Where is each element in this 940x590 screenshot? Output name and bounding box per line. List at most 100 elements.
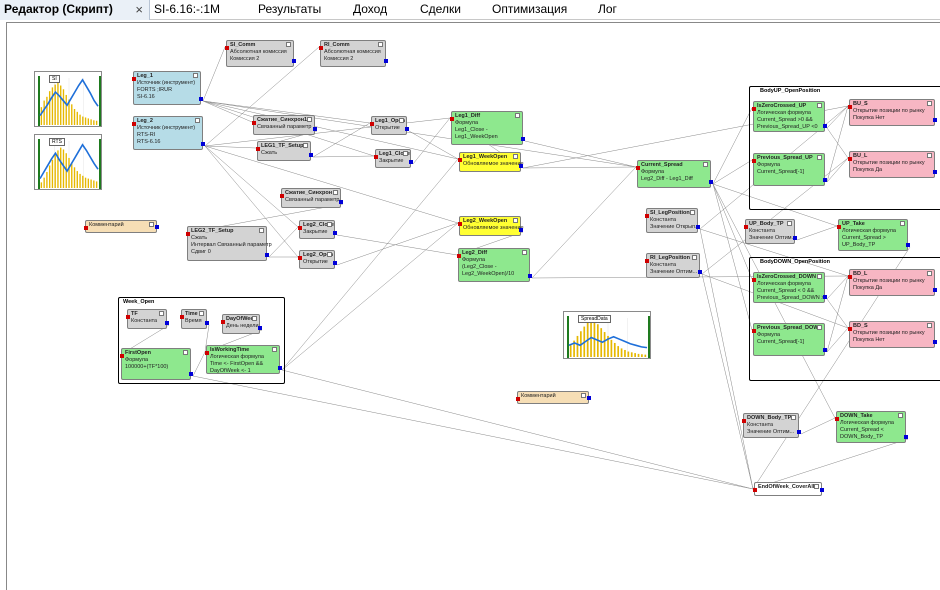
node-bd-l[interactable]: BD_L Открытие позиции по рынку Покупка Да bbox=[848, 269, 937, 296]
diagram-canvas[interactable]: Week_Open BodyUP_OpenPosition BodyDOWN_O… bbox=[6, 22, 940, 590]
collapse-icon[interactable] bbox=[252, 316, 257, 321]
input-pin[interactable] bbox=[180, 315, 184, 319]
node-iszerocrossed-down[interactable]: IsZeroCrossed_DOWN Логическая формула Curr… bbox=[752, 272, 827, 303]
close-icon[interactable]: × bbox=[135, 0, 143, 19]
node-ri-legposition[interactable]: RI_LegPosition Константа Значение Оптим... bbox=[645, 253, 702, 278]
chart-rts[interactable]: RTS bbox=[34, 134, 102, 190]
collapse-icon[interactable] bbox=[927, 323, 932, 328]
node-firstopen[interactable]: FirstOpen Формула 100000+(TF*100) bbox=[120, 348, 193, 380]
output-pin[interactable] bbox=[823, 178, 827, 182]
input-pin[interactable] bbox=[280, 194, 284, 198]
input-pin[interactable] bbox=[225, 46, 229, 50]
collapse-icon[interactable] bbox=[272, 347, 277, 352]
output-pin[interactable] bbox=[823, 295, 827, 299]
node-down-take[interactable]: DOWN_Take Логическая формула Current_Sprea… bbox=[835, 411, 908, 443]
output-pin[interactable] bbox=[165, 321, 169, 325]
output-pin[interactable] bbox=[265, 253, 269, 257]
collapse-icon[interactable] bbox=[900, 221, 905, 226]
output-pin[interactable] bbox=[519, 228, 523, 232]
tab-optimization[interactable]: Оптимизация bbox=[492, 0, 567, 20]
input-pin[interactable] bbox=[84, 226, 88, 230]
input-pin[interactable] bbox=[205, 351, 209, 355]
collapse-icon[interactable] bbox=[692, 255, 697, 260]
collapse-icon[interactable] bbox=[898, 413, 903, 418]
node-bu-s[interactable]: BU_S Открытие позиции по рынку Покупка Нет bbox=[848, 99, 937, 126]
node-leg1-weekopen[interactable]: Leg1_WeekOpen Обновляемое значение bbox=[458, 152, 524, 172]
node-compress-sync2[interactable]: Сжатие_Синхрон Связанный параметр bbox=[280, 188, 343, 208]
node-leg1-tf-setup[interactable]: LEG1_TF_Setup Сжать bbox=[256, 141, 313, 161]
input-pin[interactable] bbox=[126, 315, 130, 319]
node-up-take[interactable]: UP_Take Логическая формула Current_Spread … bbox=[837, 219, 910, 251]
collapse-icon[interactable] bbox=[927, 271, 932, 276]
collapse-icon[interactable] bbox=[378, 42, 383, 47]
output-pin[interactable] bbox=[797, 430, 801, 434]
tab-results[interactable]: Результаты bbox=[258, 0, 321, 20]
output-pin[interactable] bbox=[205, 321, 209, 325]
output-pin[interactable] bbox=[333, 231, 337, 235]
node-previous-spread-up[interactable]: Previous_Spread_UP Формула Current_Spread[… bbox=[752, 153, 827, 186]
collapse-icon[interactable] bbox=[286, 42, 291, 47]
input-pin[interactable] bbox=[752, 107, 756, 111]
node-leg1-diff[interactable]: Leg1_Diff Формула Leg1_Close - Leg1_WeekOpe… bbox=[450, 111, 525, 145]
input-pin[interactable] bbox=[132, 122, 136, 126]
tab-trades[interactable]: Сделки bbox=[420, 0, 461, 20]
collapse-icon[interactable] bbox=[703, 162, 708, 167]
collapse-icon[interactable] bbox=[183, 350, 188, 355]
collapse-icon[interactable] bbox=[791, 415, 796, 420]
output-pin[interactable] bbox=[933, 118, 937, 122]
node-dayofweek[interactable]: DayOfWeek День недели bbox=[221, 314, 262, 334]
input-pin[interactable] bbox=[256, 147, 260, 151]
collapse-icon[interactable] bbox=[690, 210, 695, 215]
collapse-icon[interactable] bbox=[522, 250, 527, 255]
output-pin[interactable] bbox=[339, 200, 343, 204]
input-pin[interactable] bbox=[186, 232, 190, 236]
node-current-spread[interactable]: Current_Spread Формула Leg2_Diff - Leg1_Di… bbox=[636, 160, 713, 188]
input-pin[interactable] bbox=[645, 259, 649, 263]
output-pin[interactable] bbox=[906, 243, 910, 247]
collapse-icon[interactable] bbox=[513, 218, 518, 223]
output-pin[interactable] bbox=[820, 488, 824, 492]
output-pin[interactable] bbox=[793, 236, 797, 240]
node-leg1-open[interactable]: Leg1_Open Открытие bbox=[370, 116, 409, 135]
output-pin[interactable] bbox=[278, 366, 282, 370]
collapse-icon[interactable] bbox=[327, 252, 332, 257]
collapse-icon[interactable] bbox=[193, 73, 198, 78]
output-pin[interactable] bbox=[258, 326, 262, 330]
node-iszerocrossed-up[interactable]: IsZeroCrossed_UP Логическая формула Curren… bbox=[752, 101, 827, 132]
collapse-icon[interactable] bbox=[927, 153, 932, 158]
node-leg2[interactable]: Leg_2 Источник (инструмент) RTS-RI RTS-6.16 bbox=[132, 116, 205, 150]
tab-editor[interactable]: Редактор (Скрипт) × bbox=[0, 0, 150, 20]
tab-instrument[interactable]: SI-6.16:-:1M bbox=[154, 0, 220, 20]
output-pin[interactable] bbox=[698, 270, 702, 274]
node-leg2-diff[interactable]: Leg2_Diff Формула (Leg2_Close - Leg2_WeekOp… bbox=[457, 248, 532, 282]
input-pin[interactable] bbox=[848, 157, 852, 161]
node-isworkingtime[interactable]: IsWorkingTime Логическая формула Time <- F… bbox=[205, 345, 282, 374]
output-pin[interactable] bbox=[823, 348, 827, 352]
input-pin[interactable] bbox=[744, 225, 748, 229]
node-comment1[interactable]: Комментарий bbox=[84, 220, 159, 233]
output-pin[interactable] bbox=[933, 288, 937, 292]
input-pin[interactable] bbox=[752, 278, 756, 282]
collapse-icon[interactable] bbox=[581, 393, 586, 398]
node-previous-spread-down[interactable]: Previous_Spread_DOWN Формула Current_Sprea… bbox=[752, 323, 827, 356]
tab-income[interactable]: Доход bbox=[353, 0, 387, 20]
collapse-icon[interactable] bbox=[927, 101, 932, 106]
collapse-icon[interactable] bbox=[817, 325, 822, 330]
collapse-icon[interactable] bbox=[817, 155, 822, 160]
output-pin[interactable] bbox=[696, 225, 700, 229]
collapse-icon[interactable] bbox=[814, 484, 819, 489]
output-pin[interactable] bbox=[709, 180, 713, 184]
collapse-icon[interactable] bbox=[199, 311, 204, 316]
output-pin[interactable] bbox=[409, 160, 413, 164]
node-leg1-close[interactable]: Leg1_Close Закрытие bbox=[374, 149, 413, 168]
input-pin[interactable] bbox=[374, 155, 378, 159]
output-pin[interactable] bbox=[521, 137, 525, 141]
node-leg1[interactable]: Leg_1 Источник (инструмент) FORTS ;IRUR SI-… bbox=[132, 71, 203, 105]
collapse-icon[interactable] bbox=[149, 222, 154, 227]
collapse-icon[interactable] bbox=[399, 118, 404, 123]
collapse-icon[interactable] bbox=[403, 151, 408, 156]
output-pin[interactable] bbox=[309, 153, 313, 157]
input-pin[interactable] bbox=[835, 417, 839, 421]
collapse-icon[interactable] bbox=[195, 118, 200, 123]
input-pin[interactable] bbox=[120, 354, 124, 358]
